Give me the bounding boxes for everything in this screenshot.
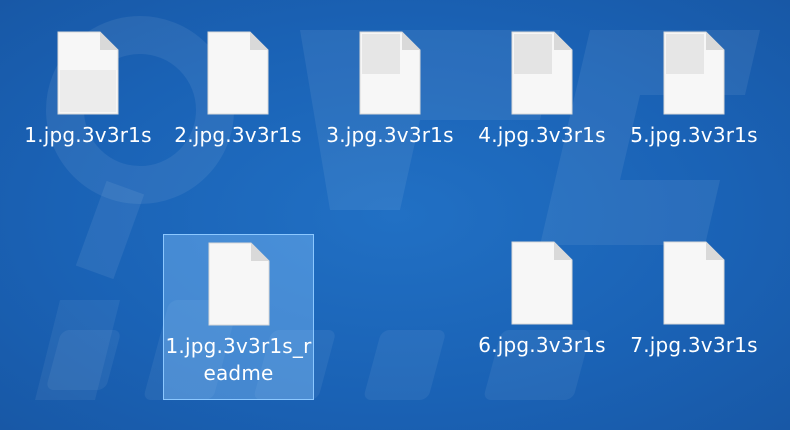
file-item[interactable]: 6.jpg.3v3r1s (467, 240, 617, 359)
desktop[interactable]: 1.jpg.3v3r1s 2.jpg.3v3r1s 3.jpg.3v3r1s 4… (0, 0, 790, 430)
file-name: 5.jpg.3v3r1s (630, 123, 758, 147)
file-name: 1.jpg.3v3r1s_readme (165, 334, 312, 385)
blank-file-icon (663, 31, 725, 115)
file-name: 2.jpg.3v3r1s (174, 123, 302, 147)
file-item[interactable]: 7.jpg.3v3r1s (619, 240, 769, 359)
file-name: 7.jpg.3v3r1s (630, 333, 758, 357)
blank-file-icon (207, 31, 269, 115)
file-name: 4.jpg.3v3r1s (478, 123, 606, 147)
file-item[interactable]: 4.jpg.3v3r1s (467, 30, 617, 149)
blank-file-icon (359, 31, 421, 115)
file-name: 3.jpg.3v3r1s (326, 123, 454, 147)
file-name: 6.jpg.3v3r1s (478, 333, 606, 357)
file-name: 1.jpg.3v3r1s (24, 123, 152, 147)
blank-file-icon (57, 31, 119, 115)
blank-file-icon (511, 241, 573, 325)
blank-file-icon (511, 31, 573, 115)
blank-file-icon (208, 242, 269, 326)
file-item-selected[interactable]: 1.jpg.3v3r1s_readme (163, 234, 314, 400)
file-item[interactable]: 2.jpg.3v3r1s (163, 30, 313, 149)
file-item[interactable]: 5.jpg.3v3r1s (619, 30, 769, 149)
file-item[interactable]: 1.jpg.3v3r1s (13, 30, 163, 149)
file-item[interactable]: 3.jpg.3v3r1s (315, 30, 465, 149)
blank-file-icon (663, 241, 725, 325)
